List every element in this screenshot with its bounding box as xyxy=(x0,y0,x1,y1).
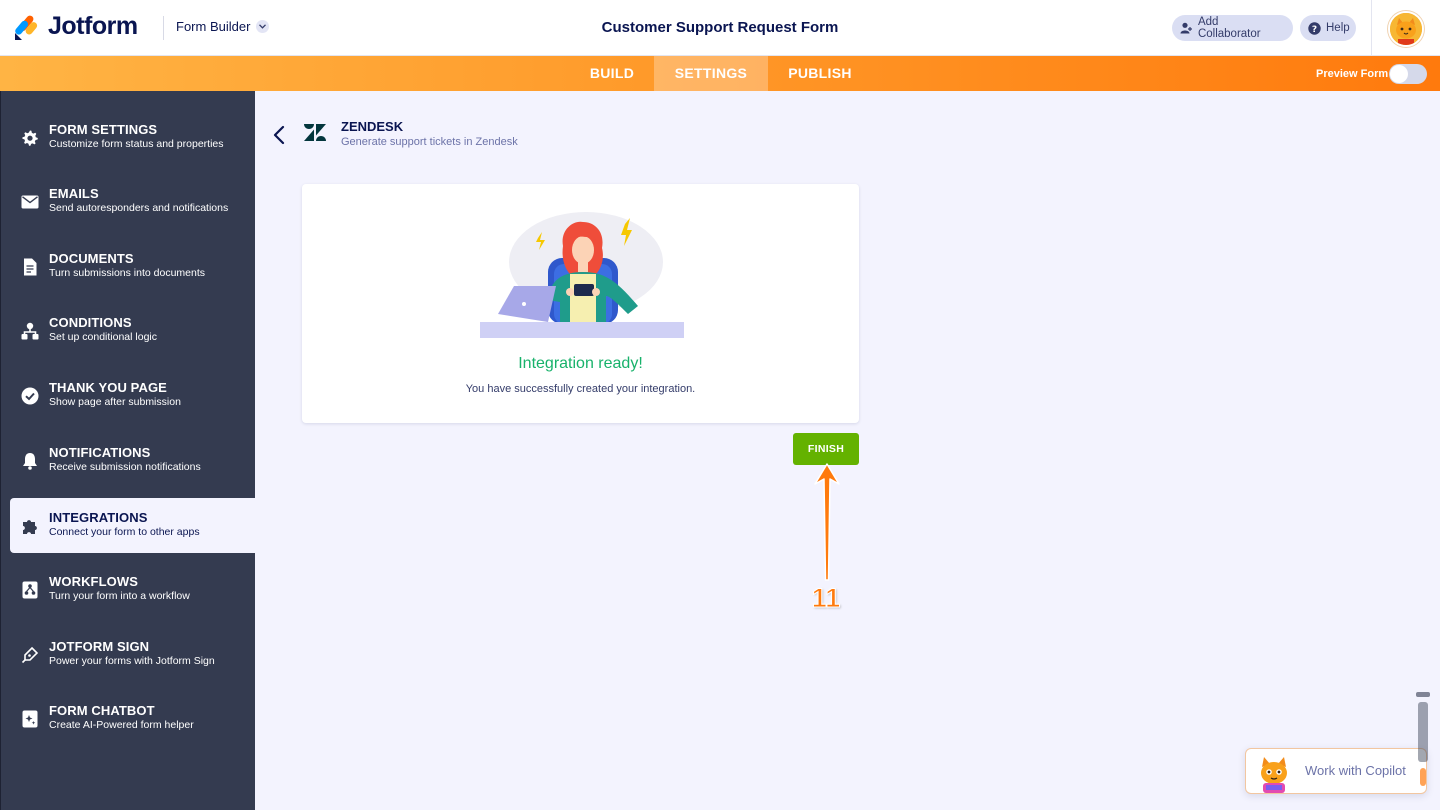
jotform-logo-icon xyxy=(15,15,38,40)
form-builder-menu[interactable]: Form Builder xyxy=(176,19,270,34)
integration-description: Generate support tickets in Zendesk xyxy=(341,136,518,148)
cat-avatar-icon xyxy=(1390,13,1422,45)
sidebar-item-notifications[interactable]: NOTIFICATIONS Receive submission notific… xyxy=(10,433,256,488)
top-header: Jotform Form Builder Customer Support Re… xyxy=(0,0,1440,56)
jotform-logo[interactable]: Jotform xyxy=(14,12,138,41)
integration-name: ZENDESK xyxy=(341,119,404,134)
annotation-arrow-icon xyxy=(814,463,840,581)
tab-publish[interactable]: PUBLISH xyxy=(768,56,872,91)
header-divider xyxy=(163,16,164,40)
sidebar-item-subtitle: Power your forms with Jotform Sign xyxy=(49,655,215,667)
envelope-icon xyxy=(20,192,40,212)
sidebar-item-title: FORM SETTINGS xyxy=(49,122,158,137)
sidebar-item-subtitle: Connect your form to other apps xyxy=(49,526,200,538)
sidebar-item-subtitle: Send autoresponders and notifications xyxy=(49,202,229,214)
sidebar-item-title: WORKFLOWS xyxy=(49,574,138,589)
success-illustration xyxy=(480,212,684,338)
add-collaborator-label: Add Collaborator xyxy=(1197,16,1261,40)
back-arrow-icon[interactable] xyxy=(271,124,287,146)
sidebar-item-title: JOTFORM SIGN xyxy=(49,639,150,654)
tab-settings[interactable]: SETTINGS xyxy=(654,56,768,91)
sidebar-item-integrations[interactable]: INTEGRATIONS Connect your form to other … xyxy=(10,498,256,553)
integration-ready-title: Integration ready! xyxy=(518,355,643,372)
bell-icon xyxy=(20,451,40,471)
sidebar-item-form-chatbot[interactable]: FORM CHATBOT Create AI-Powered form help… xyxy=(10,691,256,746)
preview-form-label: Preview Form xyxy=(1316,68,1389,80)
sidebar-item-title: THANK YOU PAGE xyxy=(49,380,167,395)
settings-navbar: BUILD SETTINGS PUBLISH Preview Form xyxy=(0,56,1440,91)
brand-name: Jotform xyxy=(48,12,138,40)
chatbot-icon xyxy=(20,709,40,729)
workflow-icon xyxy=(20,580,40,600)
svg-text:?: ? xyxy=(1312,24,1317,34)
sidebar-item-subtitle: Turn submissions into documents xyxy=(49,267,206,279)
sidebar-item-subtitle: Set up conditional logic xyxy=(49,331,157,343)
add-collaborator-button[interactable]: Add Collaborator xyxy=(1172,15,1293,41)
sidebar-item-title: CONDITIONS xyxy=(49,315,132,330)
chevron-down-icon xyxy=(256,20,270,33)
sidebar-item-subtitle: Turn your form into a workflow xyxy=(49,590,190,602)
work-with-copilot-button[interactable]: Work with Copilot xyxy=(1245,748,1427,794)
hierarchy-icon xyxy=(20,321,40,341)
sidebar-item-subtitle: Create AI-Powered form helper xyxy=(49,719,194,731)
integration-ready-message: You have successfully created your integ… xyxy=(465,383,696,395)
puzzle-icon xyxy=(20,516,40,536)
sidebar-item-subtitle: Customize form status and properties xyxy=(49,138,224,150)
toggle-knob xyxy=(1390,65,1408,83)
annotation-step-number: 11 xyxy=(811,583,841,614)
sidebar-item-jotform-sign[interactable]: JOTFORM SIGN Power your forms with Jotfo… xyxy=(10,627,256,682)
tab-build[interactable]: BUILD xyxy=(570,56,654,91)
form-builder-label: Form Builder xyxy=(176,19,251,34)
sidebar-item-subtitle: Receive submission notifications xyxy=(49,461,201,473)
copilot-cat-icon xyxy=(1261,757,1287,793)
sidebar-item-documents[interactable]: DOCUMENTS Turn submissions into document… xyxy=(10,239,256,294)
jotform-watermark-logo xyxy=(1416,692,1430,786)
preview-form-toggle[interactable] xyxy=(1389,64,1427,84)
sidebar-item-title: EMAILS xyxy=(49,186,99,201)
sidebar-item-workflows[interactable]: WORKFLOWS Turn your form into a workflow xyxy=(10,562,256,617)
help-label: Help xyxy=(1326,22,1350,34)
sidebar-item-form-settings[interactable]: FORM SETTINGS Customize form status and … xyxy=(10,110,256,165)
document-icon xyxy=(20,257,40,277)
help-button[interactable]: ? Help xyxy=(1300,15,1356,41)
sidebar-item-title: FORM CHATBOT xyxy=(49,703,155,718)
sidebar-item-thank-you-page[interactable]: THANK YOU PAGE Show page after submissio… xyxy=(10,368,256,423)
sidebar-item-subtitle: Show page after submission xyxy=(49,396,181,408)
gear-icon xyxy=(20,128,40,148)
avatar-divider xyxy=(1371,0,1372,56)
check-circle-icon xyxy=(20,386,40,406)
sidebar-item-conditions[interactable]: CONDITIONS Set up conditional logic xyxy=(10,303,256,358)
sidebar-item-emails[interactable]: EMAILS Send autoresponders and notificat… xyxy=(10,174,256,229)
sidebar-item-title: NOTIFICATIONS xyxy=(49,445,151,460)
user-avatar[interactable] xyxy=(1388,11,1424,47)
pen-nib-icon xyxy=(20,645,40,665)
finish-button[interactable]: FINISH xyxy=(793,433,859,465)
sidebar-item-title: INTEGRATIONS xyxy=(49,510,148,525)
sidebar-item-title: DOCUMENTS xyxy=(49,251,134,266)
copilot-label: Work with Copilot xyxy=(1305,763,1406,778)
zendesk-logo-icon xyxy=(304,124,326,141)
integration-ready-card: Integration ready! You have successfully… xyxy=(302,184,859,423)
settings-sidebar: FORM SETTINGS Customize form status and … xyxy=(0,91,256,810)
question-circle-icon: ? xyxy=(1308,21,1321,35)
user-plus-icon xyxy=(1180,22,1193,35)
